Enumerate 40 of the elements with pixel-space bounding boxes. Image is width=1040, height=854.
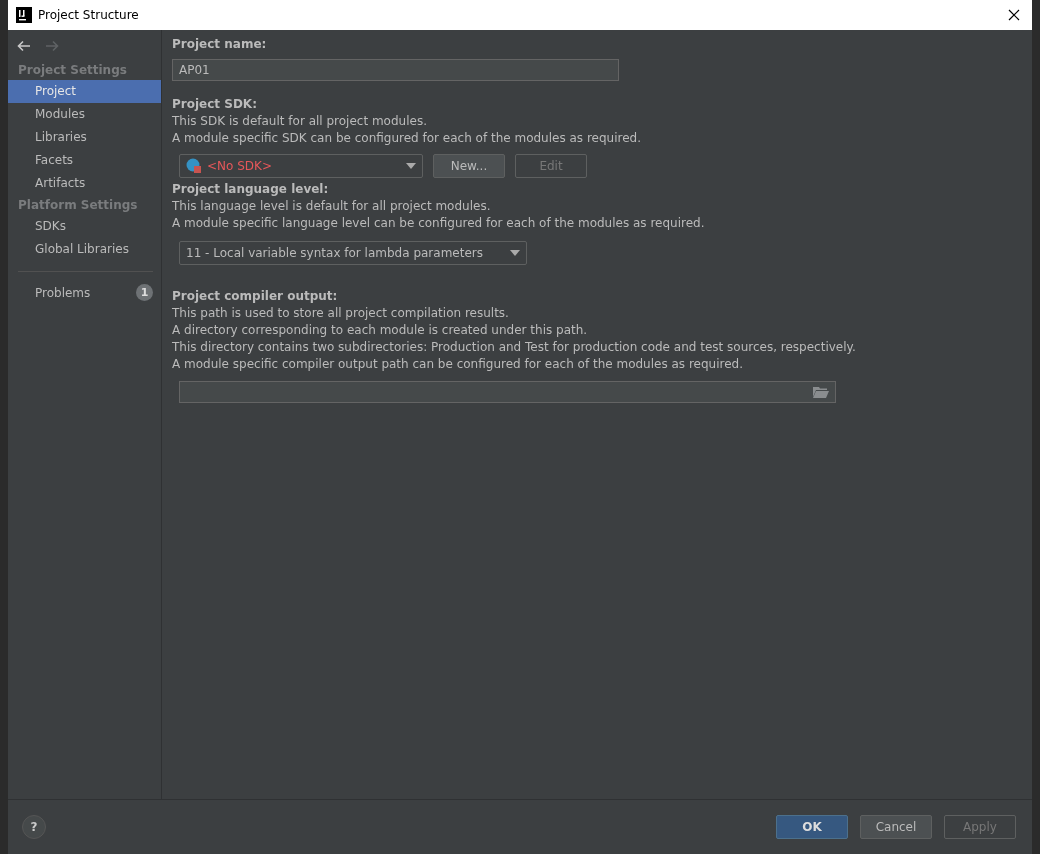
sdk-button[interactable]: New... (433, 154, 505, 178)
sidebar-item[interactable]: Facets (8, 149, 161, 172)
description-text: A module specific SDK can be configured for each of the modules as required. (172, 130, 642, 147)
window-title: Project Structure (38, 8, 140, 22)
field-label: Project SDK: (172, 97, 258, 113)
app-logo-icon (16, 7, 32, 23)
close-icon[interactable] (1008, 9, 1020, 21)
caret-icon (406, 163, 416, 169)
sidebar-item[interactable]: Project (8, 80, 161, 103)
description-text: This directory contains two subdirectories: Production and Test for production code and test sources, respectively. (172, 339, 857, 356)
description-text: A directory corresponding to each module is created under this path. (172, 322, 589, 339)
sidebar-item[interactable]: Libraries (8, 126, 161, 149)
field-label: Project compiler output: (172, 289, 339, 305)
project-name-field[interactable]: AP01 (172, 59, 619, 81)
sidebar-section-heading: Platform Settings (17, 197, 139, 214)
sidebar-item[interactable]: Global Libraries (8, 238, 161, 261)
problems-count-badge: 1 (136, 284, 153, 301)
description-text: A module specific language level can be configured for each of the modules as required. (172, 215, 706, 232)
description-text: A module specific compiler output path can be configured for each of the modules as required. (172, 356, 744, 373)
dialog-button[interactable]: Cancel (860, 815, 932, 839)
sidebar-section-heading: Project Settings (17, 62, 128, 79)
help-button[interactable]: ? (22, 815, 46, 839)
caret-icon (510, 250, 520, 256)
description-text: This SDK is default for all project modules. (172, 113, 428, 130)
forward-arrow-icon[interactable] (44, 38, 60, 54)
sdk-dropdown[interactable]: <No SDK> (179, 154, 423, 178)
sidebar-item[interactable]: Modules (8, 103, 161, 126)
language-level-dropdown[interactable]: 11 - Local variable syntax for lambda parameters (179, 241, 527, 265)
sidebar-item[interactable]: Artifacts (8, 172, 161, 195)
field-label: Project language level: (172, 182, 330, 198)
description-text: This path is used to store all project compilation results. (172, 305, 510, 322)
back-arrow-icon[interactable] (16, 38, 32, 54)
sdk-icon (186, 158, 202, 174)
problems-item[interactable]: Problems (35, 285, 91, 300)
field-label: Project name: (172, 37, 268, 53)
sidebar-item[interactable]: SDKs (8, 215, 161, 238)
description-text: This language level is default for all project modules. (172, 198, 492, 215)
compiler-output-path-field[interactable] (179, 381, 836, 403)
folder-icon[interactable] (813, 386, 829, 398)
dialog-button[interactable]: OK (776, 815, 848, 839)
